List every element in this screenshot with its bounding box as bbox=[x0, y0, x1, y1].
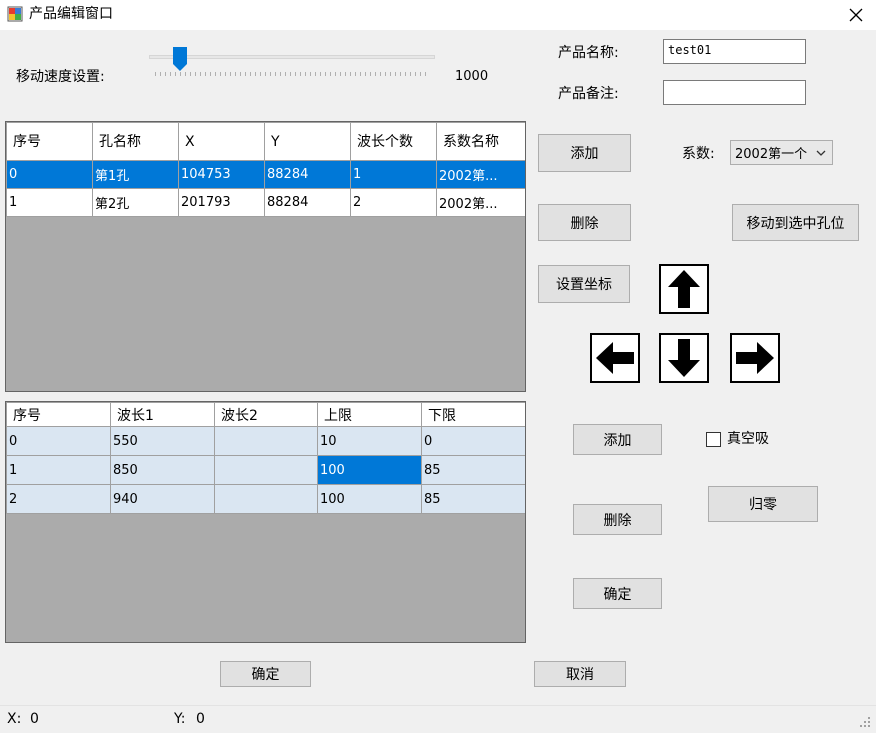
speed-slider-thumb[interactable] bbox=[173, 47, 188, 71]
table-row[interactable]: 0 550 10 0 bbox=[6, 426, 525, 456]
table-cell[interactable]: 2002第... bbox=[436, 188, 525, 217]
table-cell[interactable]: 550 bbox=[110, 426, 215, 456]
ok-button[interactable]: 确定 bbox=[220, 661, 311, 687]
table-cell[interactable]: 第1孔 bbox=[92, 160, 179, 189]
table-cell[interactable]: 10 bbox=[317, 426, 422, 456]
table-cell[interactable]: 201793 bbox=[178, 188, 265, 217]
table-cell[interactable]: 1 bbox=[6, 188, 93, 217]
column-header[interactable]: Y bbox=[264, 122, 351, 161]
app-icon bbox=[7, 6, 23, 22]
table-cell[interactable]: 1 bbox=[6, 455, 111, 485]
wavelength-grid[interactable]: 序号 波长1 波长2 上限 下限 0 550 10 0 1 850 100 85… bbox=[5, 401, 526, 643]
zero-button[interactable]: 归零 bbox=[708, 486, 818, 522]
column-header[interactable]: 波长个数 bbox=[350, 122, 437, 161]
close-button[interactable] bbox=[836, 0, 876, 30]
add-hole-button[interactable]: 添加 bbox=[538, 134, 631, 172]
title-bar: 产品编辑窗口 bbox=[0, 0, 876, 30]
product-remark-input[interactable] bbox=[663, 80, 806, 105]
cancel-button[interactable]: 取消 bbox=[534, 661, 626, 687]
status-x-label: X: bbox=[7, 711, 22, 727]
table-cell[interactable]: 0 bbox=[6, 426, 111, 456]
move-right-button[interactable] bbox=[730, 333, 780, 383]
table-cell[interactable] bbox=[214, 455, 318, 485]
coef-select-value: 2002第一个 bbox=[735, 147, 808, 162]
speed-slider-ticks bbox=[155, 72, 429, 76]
status-y-value: 0 bbox=[196, 711, 205, 727]
column-header[interactable]: 下限 bbox=[421, 402, 525, 427]
column-header[interactable]: 波长1 bbox=[110, 402, 215, 427]
column-header[interactable]: X bbox=[178, 122, 265, 161]
table-cell[interactable]: 850 bbox=[110, 455, 215, 485]
table-cell[interactable] bbox=[214, 426, 318, 456]
arrow-left-icon bbox=[596, 342, 634, 374]
speed-label: 移动速度设置: bbox=[16, 69, 105, 85]
move-to-hole-button[interactable]: 移动到选中孔位 bbox=[732, 204, 859, 241]
vacuum-label: 真空吸 bbox=[727, 431, 769, 447]
table-cell-selected[interactable]: 100 bbox=[317, 455, 422, 485]
window-title: 产品编辑窗口 bbox=[29, 6, 113, 22]
column-header[interactable]: 序号 bbox=[6, 402, 111, 427]
chevron-down-icon bbox=[816, 150, 826, 156]
product-remark-label: 产品备注: bbox=[558, 86, 619, 102]
table-cell[interactable]: 104753 bbox=[178, 160, 265, 189]
speed-slider-track[interactable] bbox=[149, 55, 435, 59]
move-left-button[interactable] bbox=[590, 333, 640, 383]
table-cell[interactable]: 85 bbox=[421, 484, 525, 514]
coef-select[interactable]: 2002第一个 bbox=[730, 140, 833, 165]
table-row[interactable]: 0 第1孔 104753 88284 1 2002第... bbox=[6, 160, 525, 189]
arrow-right-icon bbox=[736, 342, 774, 374]
table-row[interactable]: 1 第2孔 201793 88284 2 2002第... bbox=[6, 188, 525, 217]
table-cell[interactable]: 88284 bbox=[264, 188, 351, 217]
holes-header-row: 序号 孔名称 X Y 波长个数 系数名称 bbox=[6, 122, 525, 161]
column-header[interactable]: 孔名称 bbox=[92, 122, 179, 161]
table-cell[interactable]: 940 bbox=[110, 484, 215, 514]
table-cell[interactable]: 2 bbox=[6, 484, 111, 514]
column-header[interactable]: 系数名称 bbox=[436, 122, 525, 161]
table-cell[interactable]: 1 bbox=[350, 160, 437, 189]
table-row[interactable]: 2 940 100 85 bbox=[6, 484, 525, 514]
add-wave-button[interactable]: 添加 bbox=[573, 424, 662, 455]
move-up-button[interactable] bbox=[659, 264, 709, 314]
column-header[interactable]: 上限 bbox=[317, 402, 422, 427]
table-cell[interactable]: 2 bbox=[350, 188, 437, 217]
table-cell[interactable]: 0 bbox=[421, 426, 525, 456]
set-coord-button[interactable]: 设置坐标 bbox=[538, 265, 630, 303]
table-row[interactable]: 1 850 100 85 bbox=[6, 455, 525, 485]
arrow-down-icon bbox=[668, 339, 700, 377]
table-cell[interactable]: 第2孔 bbox=[92, 188, 179, 217]
table-cell[interactable]: 88284 bbox=[264, 160, 351, 189]
table-cell[interactable]: 85 bbox=[421, 455, 525, 485]
confirm-wave-button[interactable]: 确定 bbox=[573, 578, 662, 609]
holes-grid[interactable]: 序号 孔名称 X Y 波长个数 系数名称 0 第1孔 104753 88284 … bbox=[5, 121, 526, 392]
status-bar: X: 0 Y: 0 bbox=[0, 705, 876, 733]
column-header[interactable]: 序号 bbox=[6, 122, 93, 161]
table-cell[interactable]: 100 bbox=[317, 484, 422, 514]
table-cell[interactable]: 2002第... bbox=[436, 160, 525, 189]
product-name-label: 产品名称: bbox=[558, 45, 619, 61]
table-cell[interactable] bbox=[214, 484, 318, 514]
close-icon bbox=[849, 8, 863, 22]
move-down-button[interactable] bbox=[659, 333, 709, 383]
speed-value: 1000 bbox=[455, 69, 489, 84]
delete-wave-button[interactable]: 删除 bbox=[573, 504, 662, 535]
status-y-label: Y: bbox=[174, 711, 186, 727]
vacuum-checkbox[interactable] bbox=[706, 432, 721, 447]
column-header[interactable]: 波长2 bbox=[214, 402, 318, 427]
table-cell[interactable]: 0 bbox=[6, 160, 93, 189]
resize-grip-icon[interactable] bbox=[859, 716, 871, 728]
product-name-input[interactable]: test01 bbox=[663, 39, 806, 64]
delete-hole-button[interactable]: 删除 bbox=[538, 204, 631, 241]
status-x-value: 0 bbox=[30, 711, 39, 727]
wavelength-header-row: 序号 波长1 波长2 上限 下限 bbox=[6, 402, 525, 427]
coef-label: 系数: bbox=[682, 146, 715, 162]
arrow-up-icon bbox=[668, 270, 700, 308]
